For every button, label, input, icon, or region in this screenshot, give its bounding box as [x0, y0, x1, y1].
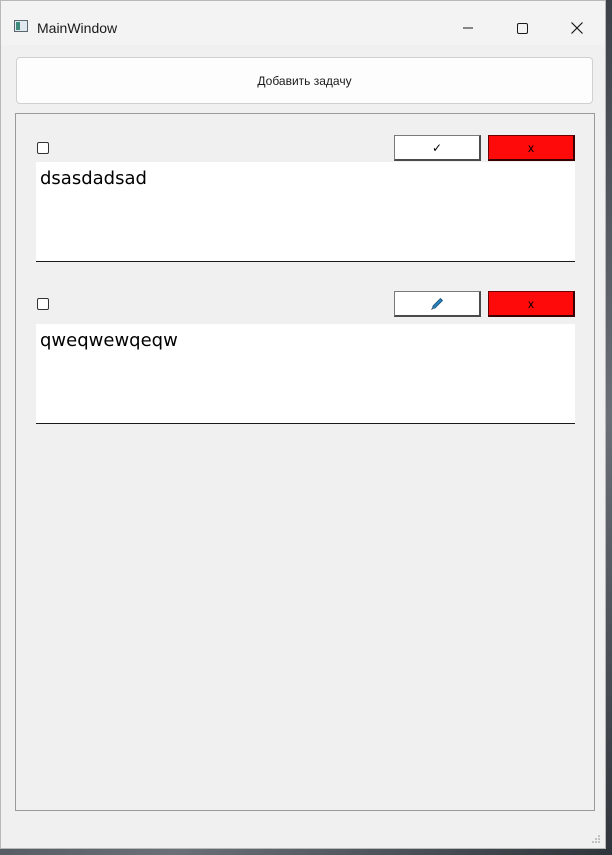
window-title: MainWindow: [37, 20, 118, 36]
task-checkbox[interactable]: [37, 142, 49, 154]
pen-icon: [431, 297, 444, 310]
minimize-icon: [463, 27, 473, 29]
task-delete-button[interactable]: x: [488, 135, 575, 161]
add-task-button[interactable]: Добавить задачу: [16, 57, 593, 104]
check-icon: ✓: [431, 140, 443, 155]
task-complete-button[interactable]: ✓: [394, 135, 481, 161]
maximize-icon: [516, 22, 528, 34]
task-list-area: ✓ x dsasdadsad x qweqwewqeqw: [15, 113, 595, 811]
title-bar[interactable]: MainWindow: [1, 1, 605, 45]
task-delete-label: x: [528, 140, 534, 155]
task-edit-button[interactable]: [394, 291, 481, 317]
task-checkbox[interactable]: [37, 298, 49, 310]
minimize-button[interactable]: [445, 9, 491, 47]
resize-grip-icon[interactable]: [591, 834, 601, 844]
task-text[interactable]: dsasdadsad: [36, 162, 575, 262]
task-delete-button[interactable]: x: [488, 291, 575, 317]
close-icon: [571, 22, 583, 34]
maximize-button[interactable]: [499, 9, 545, 47]
task-text[interactable]: qweqwewqeqw: [36, 324, 575, 424]
app-window-icon: [14, 20, 28, 32]
task-delete-label: x: [528, 296, 534, 311]
close-button[interactable]: [554, 9, 600, 47]
main-window: MainWindow Добавить задачу ✓ x dsasdadsa…: [0, 0, 606, 849]
